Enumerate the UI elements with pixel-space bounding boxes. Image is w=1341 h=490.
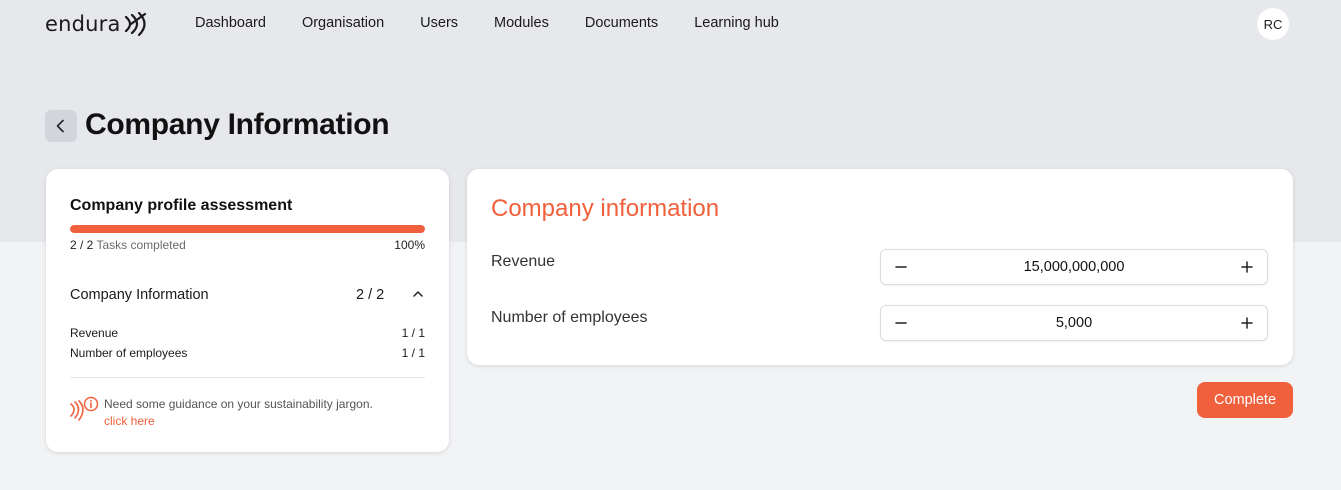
employees-stepper: 5,000 bbox=[880, 305, 1268, 341]
minus-icon bbox=[895, 266, 907, 268]
guidance-note: Need some guidance on your sustainabilit… bbox=[70, 394, 425, 430]
employees-input[interactable]: 5,000 bbox=[921, 315, 1227, 331]
form-title: Company information bbox=[491, 195, 720, 222]
nav-dashboard[interactable]: Dashboard bbox=[195, 15, 266, 31]
nav-users[interactable]: Users bbox=[420, 15, 458, 31]
revenue-decrement-button[interactable] bbox=[883, 250, 919, 284]
revenue-stepper: 15,000,000,000 bbox=[880, 249, 1268, 285]
user-avatar[interactable]: RC bbox=[1257, 8, 1289, 40]
guidance-link[interactable]: click here bbox=[104, 414, 155, 428]
tasks-label: Tasks completed bbox=[96, 238, 186, 252]
chevron-left-icon bbox=[56, 119, 64, 133]
progress-bar-fill bbox=[70, 225, 425, 233]
list-item: Number of employees 1 / 1 bbox=[70, 346, 425, 360]
complete-button[interactable]: Complete bbox=[1197, 382, 1293, 418]
plus-icon bbox=[1241, 261, 1253, 273]
nav-learning-hub[interactable]: Learning hub bbox=[694, 15, 779, 31]
employees-decrement-button[interactable] bbox=[883, 306, 919, 340]
back-button[interactable] bbox=[45, 110, 77, 142]
item-label: Revenue bbox=[70, 326, 119, 340]
list-item: Revenue 1 / 1 bbox=[70, 326, 425, 340]
brand-name: endura bbox=[45, 12, 121, 36]
section-name: Company Information bbox=[70, 287, 209, 303]
section-company-information[interactable]: Company Information 2 / 2 bbox=[70, 287, 425, 307]
guidance-info-icon bbox=[70, 396, 99, 421]
nav-documents[interactable]: Documents bbox=[585, 15, 658, 31]
employees-increment-button[interactable] bbox=[1229, 306, 1265, 340]
revenue-label: Revenue bbox=[491, 253, 556, 270]
section-count: 2 / 2 bbox=[356, 287, 385, 303]
item-value: 1 / 1 bbox=[401, 346, 425, 360]
revenue-increment-button[interactable] bbox=[1229, 250, 1265, 284]
top-nav: endura Dashboard Organisation Users Modu… bbox=[0, 0, 1341, 48]
company-info-form: Company information Revenue 15,000,000,0… bbox=[467, 169, 1293, 365]
page-title: Company Information bbox=[85, 108, 390, 141]
brand-mark-icon bbox=[124, 11, 146, 37]
item-label: Number of employees bbox=[70, 346, 188, 360]
tasks-completed: 2 / 2 Tasks completed bbox=[70, 238, 186, 252]
assessment-card: Company profile assessment 2 / 2 Tasks c… bbox=[46, 169, 449, 452]
progress-bar bbox=[70, 225, 425, 233]
nav-links: Dashboard Organisation Users Modules Doc… bbox=[195, 15, 815, 31]
plus-icon bbox=[1241, 317, 1253, 329]
nav-organisation[interactable]: Organisation bbox=[302, 15, 384, 31]
employees-label: Number of employees bbox=[491, 309, 648, 326]
guidance-message: Need some guidance on your sustainabilit… bbox=[104, 397, 373, 411]
guidance-text: Need some guidance on your sustainabilit… bbox=[104, 396, 373, 430]
nav-modules[interactable]: Modules bbox=[494, 15, 549, 31]
item-value: 1 / 1 bbox=[401, 326, 425, 340]
revenue-input[interactable]: 15,000,000,000 bbox=[921, 259, 1227, 275]
assessment-title: Company profile assessment bbox=[70, 197, 293, 214]
brand-logo[interactable]: endura bbox=[45, 9, 152, 39]
minus-icon bbox=[895, 322, 907, 324]
divider bbox=[70, 377, 425, 378]
chevron-up-icon[interactable] bbox=[412, 288, 424, 300]
tasks-count: 2 / 2 bbox=[70, 238, 94, 252]
progress-percent: 100% bbox=[394, 238, 425, 252]
